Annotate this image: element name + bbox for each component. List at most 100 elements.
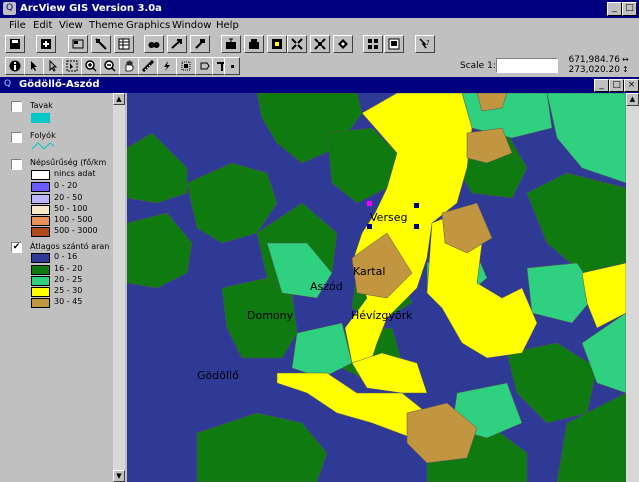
selection-handle[interactable] [414, 203, 419, 208]
menu-help[interactable]: Help [216, 20, 239, 31]
maximize-icon[interactable]: □ [622, 2, 637, 16]
map-display[interactable]: Verseg Kartal Aszód Domony Hévízgyörk Gö… [127, 93, 626, 482]
binoculars-icon [148, 42, 160, 48]
toc-scrollbar[interactable]: ▲ ▼ [113, 93, 125, 482]
vertex-edit-tool[interactable] [43, 57, 63, 75]
map-label-domony: Domony [247, 309, 294, 322]
properties-button[interactable] [68, 35, 88, 53]
menu-edit[interactable]: Edit [33, 20, 52, 31]
help-button[interactable]: ? [415, 35, 435, 53]
menu-theme[interactable]: Theme [89, 20, 124, 31]
view-globe-icon[interactable]: Q [4, 79, 15, 90]
ruler-icon [142, 60, 154, 72]
selection-handle[interactable] [367, 224, 372, 229]
view-close-icon[interactable]: × [624, 79, 639, 92]
zoom-to-themes-button[interactable] [244, 35, 264, 53]
zoom-out-tool[interactable] [100, 57, 120, 75]
scale-label: Scale 1: [460, 61, 496, 71]
view-title-bar: Q Gödöllő-Aszód _ □ × [0, 77, 639, 93]
edit-legend-button[interactable] [91, 35, 111, 53]
properties-icon [72, 39, 84, 49]
scale-input[interactable] [496, 58, 558, 73]
layout-icon [388, 38, 400, 50]
zoom-in-tool[interactable] [81, 57, 101, 75]
edit-legend-icon [95, 38, 107, 50]
select-features-button[interactable] [363, 35, 383, 53]
menu-file[interactable]: File [9, 20, 26, 31]
zoom-in-center-button[interactable] [287, 35, 307, 53]
open-table-button[interactable] [114, 35, 134, 53]
legend-class-label: 500 - 3000 [54, 226, 98, 235]
map-vertical-scrollbar[interactable]: ▲ [626, 93, 639, 482]
theme-visibility-checkbox[interactable] [11, 101, 22, 112]
theme-visibility-checkbox[interactable] [11, 132, 22, 143]
coord-x: 671,984.76 [568, 55, 620, 65]
select-feature-tool[interactable] [62, 57, 82, 75]
info-icon [9, 60, 21, 72]
legend-class-label: nincs adat [54, 169, 96, 178]
legend-class-label: 20 - 25 [54, 275, 83, 284]
vertex-edit-icon [49, 60, 58, 72]
legend-class-label: 0 - 16 [54, 252, 78, 261]
select-features-icon [368, 39, 378, 49]
coord-y: 273,020.20 [568, 65, 620, 75]
theme-name[interactable]: Folyók [30, 131, 56, 140]
draw-tool-dropdown[interactable] [224, 57, 240, 75]
pointer-tool[interactable] [24, 57, 44, 75]
theme-visibility-checkbox[interactable]: ✔ [11, 242, 22, 253]
legend-class-label: 20 - 50 [54, 193, 83, 202]
zoom-to-selected-button[interactable] [267, 35, 287, 53]
save-project-button[interactable] [5, 35, 25, 53]
locate-address-button[interactable] [167, 35, 187, 53]
theme-visibility-checkbox[interactable] [11, 159, 22, 170]
legend-swatch [31, 253, 50, 263]
scroll-up-icon[interactable]: ▲ [626, 93, 639, 106]
river-line-swatch [31, 142, 55, 150]
lightning-icon [164, 61, 170, 71]
add-theme-button[interactable] [36, 35, 56, 53]
view-maximize-icon[interactable]: □ [609, 79, 624, 92]
menu-window[interactable]: Window [172, 20, 211, 31]
theme-name[interactable]: Népsűrűség (fő/km [30, 158, 106, 167]
legend-swatch [31, 216, 50, 226]
menu-view[interactable]: View [59, 20, 83, 31]
zoom-out-arrows-icon [314, 38, 326, 50]
app-title: ArcView GIS Version 3.0a [20, 3, 162, 14]
menu-graphics[interactable]: Graphics [126, 20, 170, 31]
layout-button[interactable] [384, 35, 404, 53]
hotlink-tool[interactable] [157, 57, 177, 75]
zoom-full-extent-button[interactable] [221, 35, 241, 53]
scroll-down-icon[interactable]: ▼ [113, 470, 125, 482]
pan-tool[interactable] [119, 57, 139, 75]
view-minimize-icon[interactable]: _ [594, 79, 609, 92]
find-button[interactable] [144, 35, 164, 53]
legend-class-label: 30 - 45 [54, 297, 83, 306]
zoom-out-center-button[interactable] [310, 35, 330, 53]
area-of-interest-tool[interactable] [176, 57, 196, 75]
save-icon [10, 39, 20, 49]
lake-swatch [31, 113, 50, 123]
zoom-full-extent-icon [226, 38, 236, 49]
legend-swatch [31, 265, 50, 275]
add-theme-icon [41, 39, 51, 49]
app-title-bar: Q ArcView GIS Version 3.0a _ □ [0, 0, 639, 18]
theme-name[interactable]: Tavak [30, 101, 53, 110]
identify-tool[interactable] [5, 57, 25, 75]
choropleth-map[interactable] [127, 93, 626, 482]
legend-class-label: 0 - 20 [54, 181, 78, 190]
selection-handle[interactable] [414, 224, 419, 229]
map-label-aszod: Aszód [310, 280, 343, 293]
measure-tool[interactable] [138, 57, 158, 75]
query-builder-button[interactable] [190, 35, 210, 53]
scroll-up-icon[interactable]: ▲ [113, 93, 125, 105]
table-of-contents[interactable]: Tavak Folyók Népsűrűség (fő/km nincs ada… [0, 93, 113, 482]
theme-name[interactable]: Átlagos szántó aran [30, 242, 109, 251]
zoom-previous-button[interactable] [333, 35, 353, 53]
minimize-icon[interactable]: _ [607, 2, 622, 16]
legend-swatch [31, 227, 50, 237]
selection-handle[interactable] [367, 201, 372, 206]
arcview-logo-icon[interactable]: Q [3, 2, 16, 15]
coord-arrows-icon: ↔ ↕ [622, 55, 629, 74]
legend-swatch [31, 170, 50, 180]
locate-icon [171, 39, 182, 49]
